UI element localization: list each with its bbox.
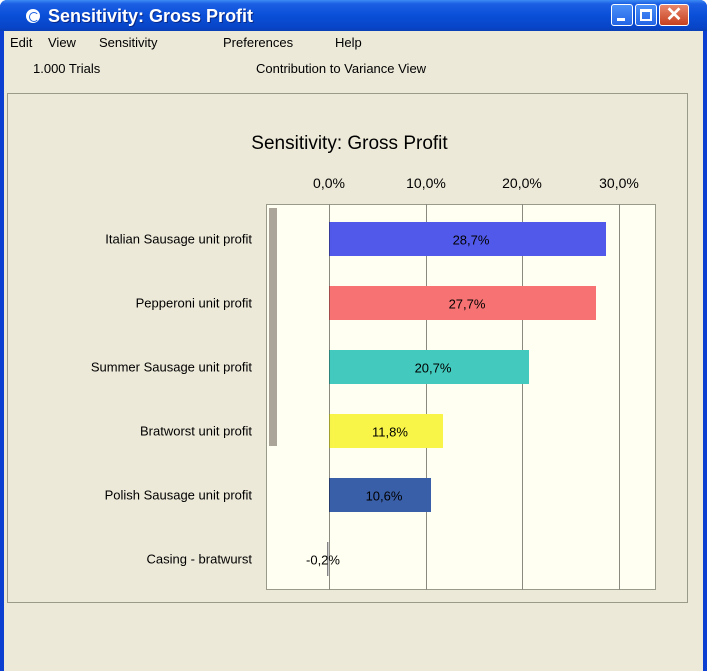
- menu-sensitivity[interactable]: Sensitivity: [99, 35, 158, 51]
- menu-edit[interactable]: Edit: [10, 35, 32, 51]
- bar-value-label: 27,7%: [448, 296, 486, 312]
- gridline: [329, 204, 330, 590]
- category-label: Casing - bratwurst: [146, 551, 252, 567]
- title-bar[interactable]: Sensitivity: Gross Profit ✕: [0, 0, 707, 31]
- close-button[interactable]: ✕: [659, 4, 689, 26]
- gridline: [522, 204, 523, 590]
- category-label: Pepperoni unit profit: [135, 295, 252, 311]
- bar-value-label: 28,7%: [452, 232, 490, 248]
- menu-help[interactable]: Help: [335, 35, 362, 51]
- x-tick-label: 0,0%: [313, 175, 345, 191]
- category-label: Italian Sausage unit profit: [105, 231, 252, 247]
- bar-value-label: 10,6%: [365, 488, 403, 504]
- maximize-button[interactable]: [635, 4, 657, 26]
- bar-value-label: -0,2%: [306, 552, 340, 568]
- crystal-ball-icon: [26, 9, 40, 23]
- info-bar: 1.000 Trials Contribution to Variance Vi…: [4, 55, 703, 77]
- plot-area: [266, 204, 656, 590]
- x-tick-label: 30,0%: [599, 175, 639, 191]
- view-mode-label: Contribution to Variance View: [256, 61, 427, 76]
- menu-view[interactable]: View: [48, 35, 76, 51]
- chart-scrollbar[interactable]: [269, 208, 277, 446]
- x-tick-label: 20,0%: [502, 175, 542, 191]
- gridline: [426, 204, 427, 590]
- menu-preferences[interactable]: Preferences: [223, 35, 293, 51]
- category-label: Bratworst unit profit: [140, 423, 252, 439]
- maximize-icon: [640, 9, 652, 21]
- chart-title: Sensitivity: Gross Profit: [251, 133, 448, 154]
- close-icon: ✕: [665, 4, 683, 26]
- x-tick-label: 10,0%: [406, 175, 446, 191]
- menu-bar: Edit View Sensitivity Preferences Help: [4, 31, 703, 55]
- bar-value-label: 20,7%: [414, 360, 452, 376]
- category-label: Summer Sausage unit profit: [90, 359, 252, 375]
- minimize-button[interactable]: [611, 4, 633, 26]
- trials-count: 1.000 Trials: [33, 61, 101, 76]
- window-title: Sensitivity: Gross Profit: [48, 6, 254, 26]
- category-label: Polish Sausage unit profit: [104, 487, 252, 503]
- minimize-icon: [617, 18, 625, 21]
- bar-value-label: 11,8%: [372, 424, 408, 440]
- gridline: [619, 204, 620, 590]
